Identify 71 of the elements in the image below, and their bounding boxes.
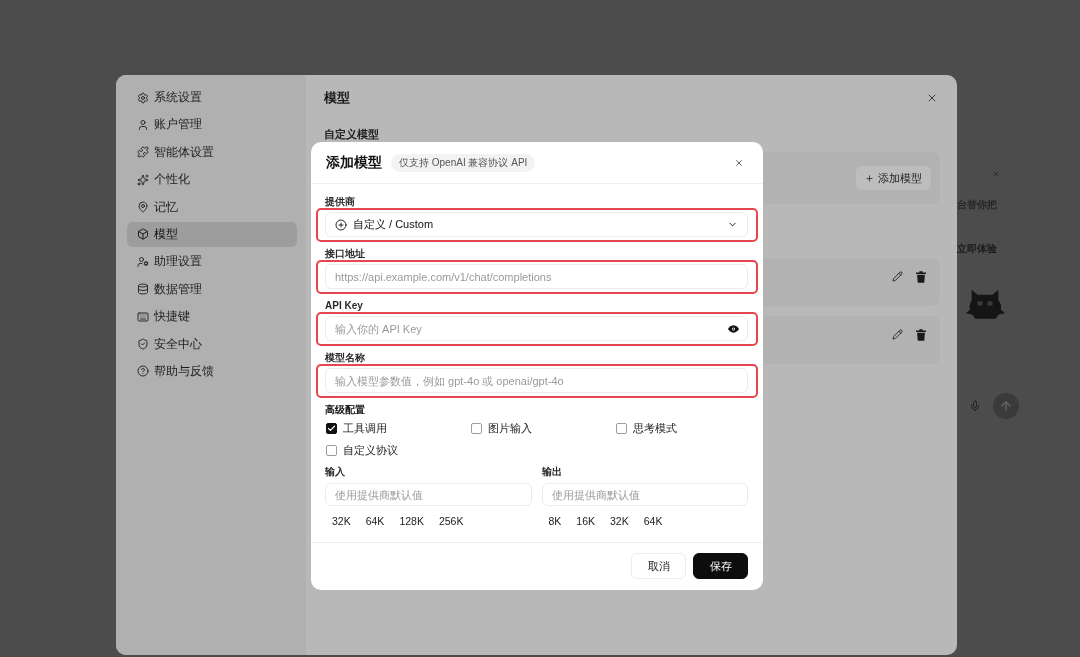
checkbox-label[interactable]: 自定义协议 <box>343 443 398 458</box>
input-field[interactable]: 使用提供商默认值 <box>325 483 532 506</box>
trash-icon[interactable] <box>916 329 926 341</box>
preset-option[interactable]: 16K <box>569 512 603 530</box>
sidebar-item[interactable]: 帮助与反馈 <box>127 358 297 384</box>
preset-option[interactable]: 64K <box>358 512 392 530</box>
checkbox[interactable] <box>326 445 337 456</box>
preset-option[interactable]: 8K <box>541 512 569 530</box>
select-field[interactable]: 自定义 / Custom <box>325 212 748 237</box>
help-icon <box>137 365 149 378</box>
close-icon <box>992 170 1000 178</box>
section-heading: 高级配置 <box>325 403 366 416</box>
puzzle-icon <box>137 146 149 159</box>
check-icon <box>327 424 336 433</box>
close-icon <box>734 157 744 168</box>
pencil-icon[interactable] <box>892 329 903 340</box>
sidebar-item[interactable]: 系统设置 <box>127 85 297 110</box>
sidebar-item[interactable]: 数据管理 <box>127 276 297 302</box>
field-label: 提供商 <box>325 195 356 208</box>
dialog-title: 添加模型 <box>326 153 382 172</box>
user-icon <box>137 118 149 131</box>
cube-icon <box>137 228 149 241</box>
pin-icon <box>137 201 149 214</box>
plus-icon <box>865 173 874 183</box>
field-label: 接口地址 <box>325 247 366 260</box>
input-field[interactable]: 使用提供商默认值 <box>541 483 748 506</box>
checkbox[interactable] <box>326 423 337 434</box>
field-label: 输出 <box>541 465 563 478</box>
section-title: 自定义模型 <box>324 127 380 141</box>
close-button[interactable] <box>926 92 938 104</box>
checkbox-label[interactable]: 工具调用 <box>343 421 387 436</box>
checkbox[interactable] <box>616 423 627 434</box>
close-button[interactable] <box>734 157 744 168</box>
preset-option[interactable]: 32K <box>603 512 636 530</box>
trash-icon[interactable] <box>916 271 926 283</box>
close-icon <box>926 92 938 104</box>
sidebar-item[interactable]: 个性化 <box>127 167 297 193</box>
shield-check-icon <box>137 338 149 350</box>
password-field[interactable]: 输入你的 API Key <box>325 316 748 341</box>
input-field[interactable]: https://api.example.com/v1/chat/completions <box>325 264 748 289</box>
cancel-button[interactable]: 取消 <box>631 553 686 579</box>
preset-option[interactable]: 64K <box>636 512 670 530</box>
preset-option[interactable]: 32K <box>325 512 358 530</box>
preset-option[interactable]: 256K <box>431 512 471 530</box>
sidebar-item[interactable]: 模型 <box>127 221 297 247</box>
sidebar-item[interactable]: 账户管理 <box>127 112 297 138</box>
pencil-icon[interactable] <box>892 271 903 282</box>
plus-circle-icon <box>335 218 347 231</box>
field-label: API Key <box>325 299 364 312</box>
checkbox[interactable] <box>471 423 482 434</box>
sidebar-item[interactable]: 智能体设置 <box>127 139 297 165</box>
sparkles-icon <box>137 173 149 186</box>
sidebar-item[interactable]: 助理设置 <box>127 249 297 275</box>
input-field[interactable]: 输入模型参数值，例如 gpt-4o 或 openai/gpt-4o <box>325 368 748 393</box>
field-label: 输入 <box>325 465 346 478</box>
sidebar-item[interactable]: 记忆 <box>127 194 297 220</box>
save-button[interactable]: 保存 <box>693 553 748 579</box>
preset-option[interactable]: 128K <box>392 512 431 530</box>
checkbox-label[interactable]: 思考模式 <box>633 421 677 436</box>
add-model-button[interactable]: 添加模型 <box>856 166 931 190</box>
sidebar-item[interactable]: 快捷键 <box>127 304 297 330</box>
field-label: 模型名称 <box>325 351 366 364</box>
checkbox-label[interactable]: 图片输入 <box>488 421 532 436</box>
database-icon <box>137 283 149 296</box>
user-gear-icon <box>137 255 149 268</box>
protocol-badge: 仅支持 OpenAI 兼容协议 API <box>391 153 536 172</box>
settings-icon <box>137 91 149 104</box>
panel-title: 模型 <box>324 89 350 107</box>
eye-icon[interactable] <box>728 325 739 333</box>
keyboard-icon <box>137 310 149 323</box>
sidebar-item[interactable]: 安全中心 <box>127 331 297 357</box>
